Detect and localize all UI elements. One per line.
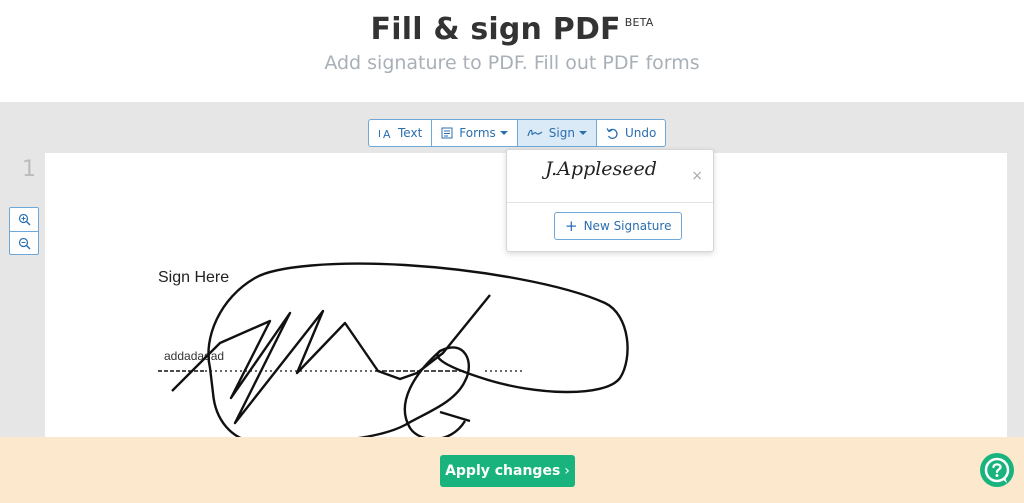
zoom-controls [9,207,39,255]
zoom-in-button[interactable] [10,208,38,231]
page-title: Fill & sign PDF BETA [370,12,654,47]
svg-text:A: A [383,128,391,140]
beta-badge: BETA [624,16,654,29]
page-number: 1 [22,157,36,182]
chevron-down-icon [499,131,508,135]
text-tool-label: Text [398,126,423,140]
signature-dropdown: J.Appleseed × + New Signature [506,149,714,252]
form-icon [441,127,453,139]
help-button[interactable] [980,453,1014,487]
apply-changes-button[interactable]: Apply changes › [440,455,575,487]
new-signature-button[interactable]: + New Signature [554,212,683,240]
apply-changes-label: Apply changes [445,463,561,479]
signature-icon [527,127,543,139]
undo-button[interactable]: Undo [597,120,665,146]
plus-icon: + [565,217,578,235]
zoom-out-button[interactable] [10,231,38,254]
chevron-down-icon [578,131,587,135]
sign-label: Sign [548,126,575,140]
page-subtitle: Add signature to PDF. Fill out PDF forms [324,52,700,74]
saved-signature-item[interactable]: J.Appleseed × [507,150,713,203]
zoom-out-icon [18,237,30,249]
text-tool-button[interactable]: IA Text [369,120,433,146]
new-signature-label: New Signature [583,219,672,233]
chevron-right-icon: › [564,463,570,479]
footer-bar: Apply changes › [0,437,1024,503]
help-icon [984,457,1010,483]
forms-dropdown-button[interactable]: Forms [432,120,518,146]
forms-label: Forms [459,126,496,140]
undo-label: Undo [624,126,657,140]
svg-text:I: I [378,129,381,140]
page-header: Fill & sign PDF BETA Add signature to PDF… [0,0,1024,102]
text-cursor-icon: IA [378,126,392,140]
editor-toolbar: IA Text Forms Sign Undo [368,119,667,147]
zoom-in-icon [18,213,30,226]
sign-dropdown-button[interactable]: Sign [517,120,597,146]
close-icon[interactable]: × [691,168,703,184]
undo-icon [606,127,619,140]
saved-signature-preview: J.Appleseed [545,158,657,180]
